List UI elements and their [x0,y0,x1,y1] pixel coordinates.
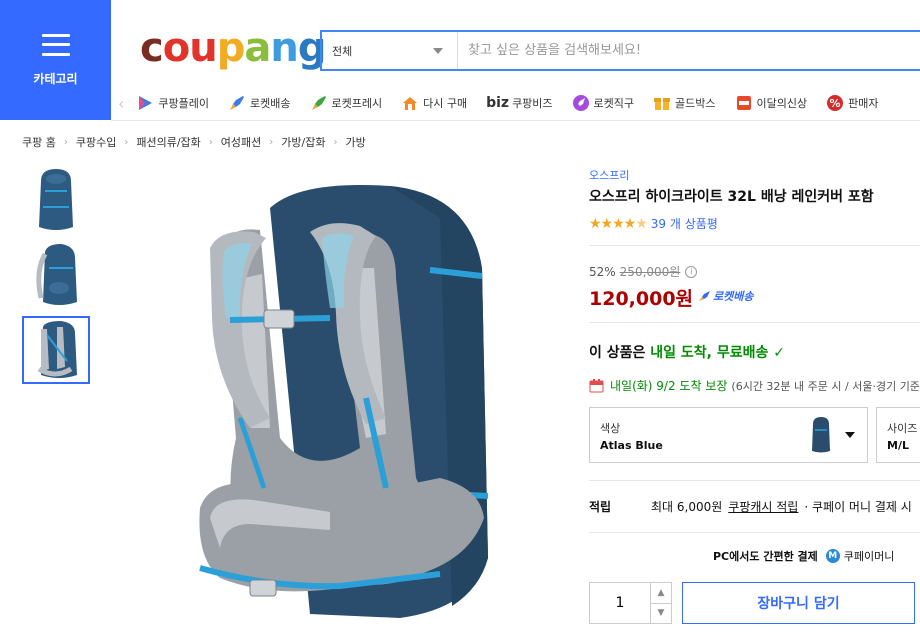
review-count: 39 개 상품평 [650,217,718,231]
quick-nav-coupang-biz[interactable]: biz 쿠팡비즈 [486,95,552,111]
backpack-illustration [199,184,489,619]
discount-rate: 52% [589,264,616,279]
delivery-highlight: 내일 도착, 무료배송 [650,345,769,361]
backpack-side-image [36,244,77,305]
breadcrumb-item[interactable]: 패션의류/잡화 [136,134,200,150]
chevron-right-icon: › [333,136,338,148]
size-option-select[interactable]: 사이즈 M/L [876,407,920,463]
calendar-icon [589,379,604,393]
biz-icon: biz [486,95,510,111]
add-to-cart-button[interactable]: 장바구니 담기 [682,582,915,624]
original-price: 250,000원 [619,265,681,279]
quantity-decrease-icon[interactable]: ▼ [651,602,671,624]
search-bar: 전체 [320,30,920,71]
arrival-date: 내일(화) 9/2 도착 보장 [610,379,728,393]
sale-price: 120,000원 [589,288,694,310]
new-badge-icon [736,96,751,110]
play-icon [139,96,153,110]
chevron-right-icon: › [124,136,129,148]
hamburger-icon [41,33,70,56]
quantity-increase-icon[interactable]: ▲ [651,583,671,603]
quick-nav-seller[interactable]: % 판매자 [826,94,879,112]
coupang-logo[interactable]: coupang [140,24,326,72]
product-title: 오스프리 하이크라이트 32L 배낭 레인커버 포함 [589,189,874,205]
check-icon: ✓ [768,345,785,361]
breadcrumb-item[interactable]: 가방/잡화 [281,134,325,150]
rocket-delivery-badge: 로켓배송 [697,288,753,304]
breadcrumb: 쿠팡 홈 › 쿠팡수입 › 패션의류/잡화 › 여성패션 › 가방/잡화 › 가… [22,134,366,150]
quick-nav-gold-box[interactable]: 골드박스 [653,94,716,112]
quick-nav: ‹ 쿠팡플레이 로켓배송 로켓프레시 다시 구매 biz 쿠팡비즈 로켓직구 골… [118,86,898,120]
breadcrumb-item[interactable]: 가방 [345,134,365,150]
breadcrumb-item[interactable]: 쿠팡수입 [76,134,116,150]
quick-nav-rocket-fresh[interactable]: 로켓프레시 [310,94,382,112]
rocket-global-icon [572,95,589,111]
color-option-select[interactable]: 색상 Atlas Blue [589,407,868,463]
quick-nav-rocket-global[interactable]: 로켓직구 [572,94,634,112]
chevron-left-icon[interactable]: ‹ [118,94,124,113]
rocket-fresh-icon [311,96,326,110]
chevron-down-icon [845,432,855,438]
quick-nav-new-arrivals[interactable]: 이달의신상 [735,94,807,112]
quantity-input[interactable] [590,583,650,623]
quick-nav-rocket-delivery[interactable]: 로켓배송 [228,94,291,112]
header-divider [111,120,920,121]
rocket-icon [699,291,710,301]
info-icon[interactable]: i [685,265,698,278]
divider [589,245,920,246]
quick-nav-coupang-play[interactable]: 쿠팡플레이 [136,94,209,112]
thumbnail-side[interactable] [22,241,90,309]
divider [589,322,920,323]
product-page: 카테고리 coupang 전체 ‹ 쿠팡플레이 로켓배송 로켓프레시 다시 구매 [0,0,920,640]
option-value: M/L [887,439,909,452]
coupay-money-label: 쿠페이머니 [843,550,895,563]
category-label: 카테고리 [33,71,78,86]
pc-pay-text: PC에서도 간편한 결제 [713,550,818,563]
brand-link[interactable]: 오스프리 [589,167,629,183]
svg-text:%: % [830,97,841,110]
arrival-note: (6시간 32분 내 주문 시 / 서울·경기 기준) [731,379,920,393]
category-menu-button[interactable]: 카테고리 [0,0,111,120]
backpack-back-image [37,321,77,378]
backpack-front-image [39,169,73,230]
rocket-icon [230,96,245,110]
chevron-right-icon: › [63,136,68,148]
product-main-image [190,178,500,632]
thumbnail-front[interactable] [22,166,90,234]
quantity-stepper: ▲ ▼ [589,582,672,624]
search-category-select[interactable]: 전체 [322,32,458,69]
chevron-down-icon [433,47,443,54]
gift-box-icon [654,98,671,110]
coupay-icon: M [825,549,840,563]
breadcrumb-item[interactable]: 여성패션 [221,134,261,150]
points-label: 적립 [589,500,612,514]
chevron-right-icon: › [269,136,274,148]
arrival-info: 내일(화) 9/2 도착 보장 (6시간 32분 내 주문 시 / 서울·경기 … [589,377,920,394]
breadcrumb-item[interactable]: 쿠팡 홈 [22,134,56,150]
divider [589,532,920,533]
search-category-value: 전체 [332,44,353,58]
discount-line: 52% 250,000원 i [589,263,698,280]
rating[interactable]: ★★★★★ 39 개 상품평 [589,215,718,232]
quick-nav-repurchase[interactable]: 다시 구매 [401,94,467,112]
points-max: 최대 6,000원 [651,500,723,514]
delivery-headline: 이 상품은 내일 도착, 무료배송 ✓ [589,345,785,361]
home-repurchase-icon [403,97,418,110]
reward-points: 적립 최대 6,000원 쿠팡캐시 적립 · 쿠페이 머니 결제 시 [589,498,912,515]
chevron-right-icon: › [208,136,213,148]
option-label: 사이즈 [887,422,918,435]
star-rating-icon: ★★★★★ [589,215,648,232]
percent-icon: % [827,95,844,111]
pc-pay-banner: PC에서도 간편한 결제 M 쿠페이머니 [713,548,894,564]
coupang-cash-link[interactable]: 쿠팡캐시 적립 [728,498,798,515]
points-extra: · 쿠페이 머니 결제 시 [804,500,912,514]
divider [589,480,920,481]
quantity-buttons: ▲ ▼ [650,583,671,623]
thumbnail-back[interactable] [22,316,90,384]
color-swatch-image [812,417,830,453]
search-input[interactable] [458,32,920,69]
